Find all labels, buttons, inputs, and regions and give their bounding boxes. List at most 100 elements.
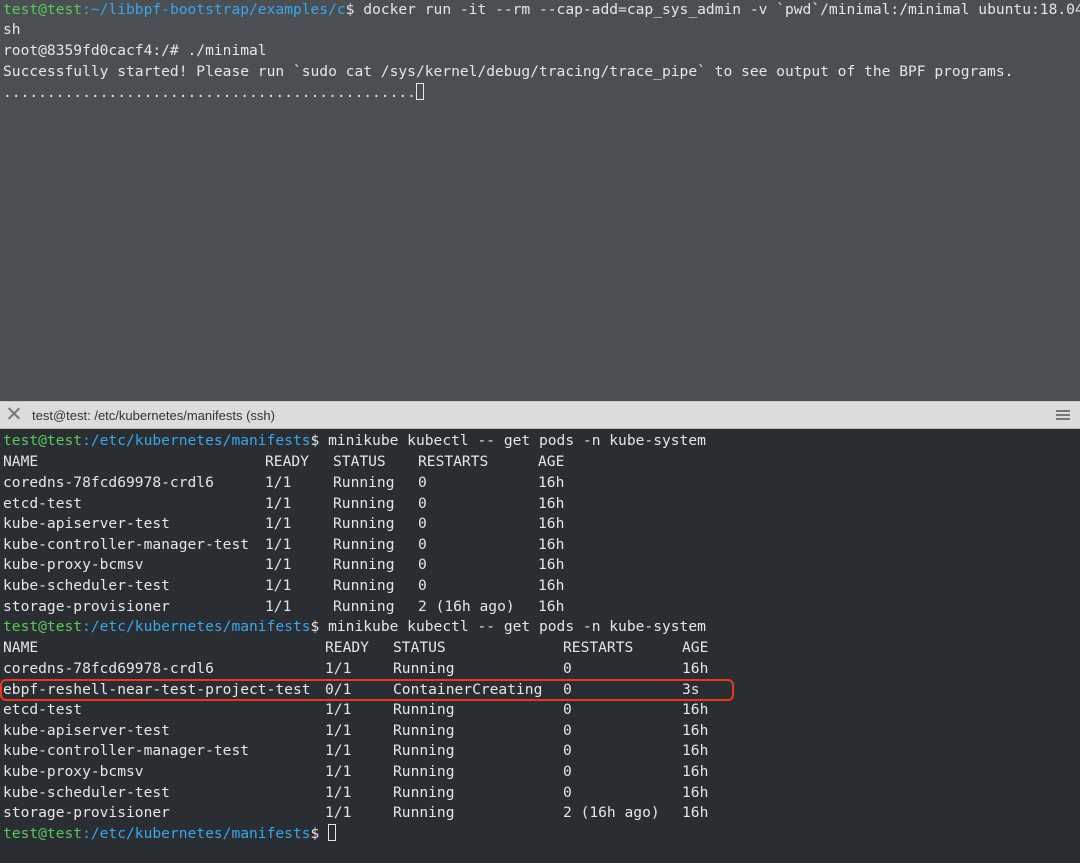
cell-age: 16h: [682, 721, 709, 739]
cell-ready: 1/1: [265, 474, 292, 491]
header-name: NAME: [3, 639, 39, 656]
cell-age: 16h: [682, 763, 709, 780]
table-header-1: NAME READY STATUS RESTARTS AGE: [3, 452, 1073, 472]
cell-ready: 1/1: [265, 515, 292, 533]
header-status: STATUS: [393, 639, 446, 656]
cell-name: kube-scheduler-test: [3, 783, 170, 801]
cell-ready: 1/1: [265, 556, 292, 574]
hamburger-menu-icon[interactable]: [1056, 410, 1070, 420]
cell-name: etcd-test: [3, 701, 83, 719]
kubectl-command-line-1: test@test:/etc/kubernetes/manifests$ min…: [3, 431, 706, 451]
table-row: kube-proxy-bcmsv 1/1 Running 0 16h: [3, 555, 1073, 575]
docker-command: $ docker run -it --rm --cap-add=cap_sys_…: [345, 1, 1080, 18]
cell-name: coredns-78fcd69978-crdl6: [3, 474, 214, 491]
table-row: coredns-78fcd69978-crdl6 1/1 Running 0 16h: [3, 659, 1073, 679]
table-header-2: NAME READY STATUS RESTARTS AGE: [3, 638, 1073, 658]
container-prompt-line: root@8359fd0cacf4:/# ./minimal: [3, 42, 267, 59]
cell-ready: 1/1: [325, 783, 352, 801]
header-status: STATUS: [333, 453, 386, 470]
prompt-path: :/etc/kubernetes/manifests: [82, 825, 311, 842]
docker-command-line: test@test:~/libbpf-bootstrap/examples/c$…: [3, 0, 1080, 20]
cell-ready: 1/1: [265, 535, 292, 553]
cell-status: Running: [333, 556, 395, 574]
cell-age: 16h: [538, 535, 565, 553]
table-row: storage-provisioner 1/1 Running 2 (16h ago)…: [3, 803, 1073, 823]
header-name: NAME: [3, 453, 39, 470]
cell-restarts: 0: [563, 701, 572, 719]
docker-command-wrap: sh: [3, 21, 21, 38]
cell-age: 16h: [682, 742, 709, 760]
table-row: storage-provisioner 1/1 Running 2 (16h ago)…: [3, 597, 1073, 617]
cell-ready: 1/1: [325, 660, 352, 677]
cell-age: 16h: [538, 556, 565, 574]
cell-status: Running: [333, 515, 395, 533]
table-row: kube-proxy-bcmsv 1/1 Running 0 16h: [3, 762, 1073, 782]
cell-ready: 1/1: [325, 804, 352, 822]
cell-name: kube-controller-manager-test: [3, 535, 250, 553]
cell-name: kube-proxy-bcmsv: [3, 556, 144, 574]
cell-status: Running: [333, 494, 395, 512]
started-message: Successfully started! Please run `sudo c…: [3, 63, 1014, 80]
progress-dots-line: ........................................…: [3, 83, 424, 103]
header-restarts: RESTARTS: [418, 453, 489, 470]
cell-status: Running: [393, 660, 455, 677]
cell-restarts: 0: [418, 577, 427, 594]
bottom-terminal-pane[interactable]: test@test:/etc/kubernetes/manifests$ min…: [0, 429, 1080, 863]
table-row: kube-controller-manager-test 1/1 Running 0 1…: [3, 741, 1073, 761]
table-row: kube-apiserver-test 1/1 Running 0 16h: [3, 721, 1073, 741]
cell-name: kube-apiserver-test: [3, 721, 170, 739]
terminal-tab-titlebar[interactable]: test@test: /etc/kubernetes/manifests (ss…: [0, 401, 1080, 429]
cell-restarts: 2 (16h ago): [563, 804, 660, 822]
cell-name: etcd-test: [3, 494, 83, 512]
top-terminal-pane[interactable]: test@test:~/libbpf-bootstrap/examples/c$…: [0, 0, 1080, 401]
cell-status: Running: [393, 701, 455, 719]
cell-restarts: 0: [418, 515, 427, 533]
close-icon[interactable]: [8, 407, 20, 419]
cell-restarts: 0: [563, 742, 572, 760]
table-row: kube-scheduler-test 1/1 Running 0 16h: [3, 576, 1073, 596]
highlight-box: [0, 679, 734, 701]
cell-restarts: 0: [418, 474, 427, 491]
header-age: AGE: [538, 453, 565, 470]
table-row: kube-controller-manager-test 1/1 Running 0 1…: [3, 535, 1073, 555]
cell-age: 16h: [682, 783, 709, 801]
kubectl-command-line-2: test@test:/etc/kubernetes/manifests$ min…: [3, 617, 706, 637]
cell-restarts: 0: [418, 535, 427, 553]
cell-age: 16h: [682, 660, 709, 677]
cell-age: 16h: [538, 474, 565, 491]
cell-restarts: 0: [563, 783, 572, 801]
cell-name: storage-provisioner: [3, 804, 170, 822]
prompt-user: test@test: [3, 1, 83, 18]
cell-age: 16h: [538, 515, 565, 533]
cell-status: Running: [333, 577, 395, 594]
prompt-user: test@test: [3, 432, 83, 449]
cell-status: Running: [333, 535, 395, 553]
cell-age: 16h: [538, 494, 565, 512]
cell-restarts: 0: [563, 660, 572, 677]
table-row: kube-apiserver-test 1/1 Running 0 16h: [3, 514, 1073, 534]
cell-age: 16h: [682, 804, 709, 822]
cell-ready: 1/1: [325, 742, 352, 760]
cell-restarts: 2 (16h ago): [418, 597, 515, 615]
cell-status: Running: [393, 763, 455, 780]
table-row: coredns-78fcd69978-crdl6 1/1 Running 0 16h: [3, 473, 1073, 493]
cell-ready: 1/1: [325, 763, 352, 780]
header-ready: READY: [325, 639, 369, 656]
header-restarts: RESTARTS: [563, 639, 634, 656]
cell-ready: 1/1: [265, 597, 292, 615]
cell-ready: 1/1: [325, 701, 352, 719]
cell-age: 16h: [538, 577, 565, 594]
table-row: etcd-test 1/1 Running 0 16h: [3, 700, 1073, 720]
cell-restarts: 0: [418, 494, 427, 512]
cell-name: kube-proxy-bcmsv: [3, 763, 144, 780]
cell-name: coredns-78fcd69978-crdl6: [3, 660, 214, 677]
prompt-path: :/etc/kubernetes/manifests: [82, 432, 311, 449]
cell-ready: 1/1: [265, 577, 292, 594]
prompt-user: test@test: [3, 825, 83, 842]
cell-ready: 1/1: [265, 494, 292, 512]
kubectl-command: $ minikube kubectl -- get pods -n kube-s…: [310, 618, 706, 635]
cell-restarts: 0: [563, 721, 572, 739]
cell-status: Running: [333, 474, 395, 491]
cell-status: Running: [393, 721, 455, 739]
header-age: AGE: [682, 639, 709, 656]
